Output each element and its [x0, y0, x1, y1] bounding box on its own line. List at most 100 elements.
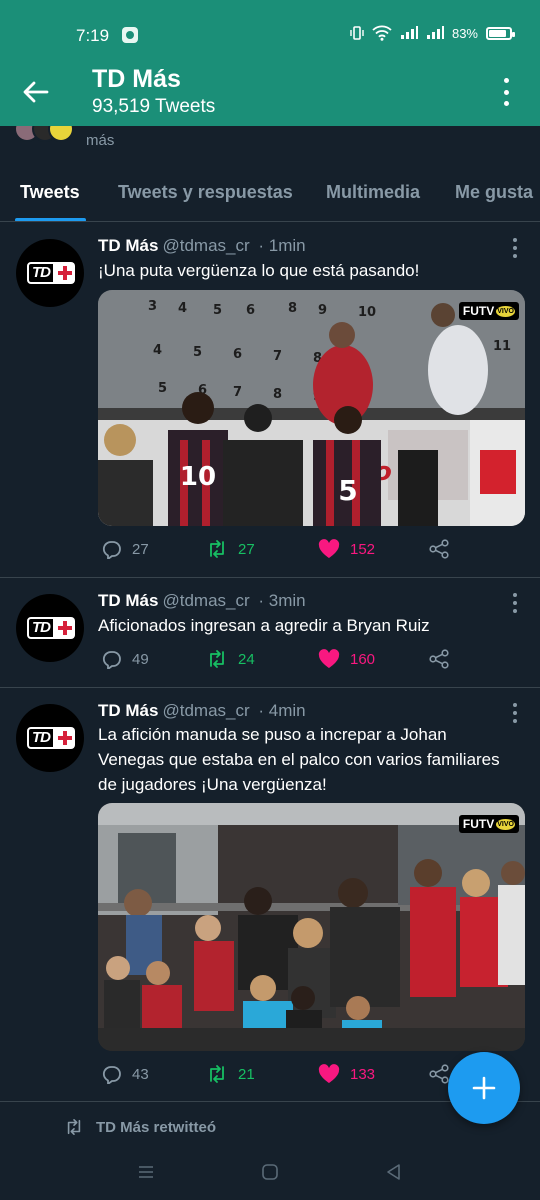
share-button[interactable]	[428, 649, 450, 669]
tweet-header: TD Más @tdmas_cr · 4min	[98, 701, 306, 720]
reply-count: 49	[132, 650, 149, 668]
svg-text:6: 6	[233, 347, 242, 362]
tweet-actions: 27 27 152	[98, 539, 458, 565]
heart-icon	[318, 649, 340, 668]
battery-percent: 83%	[451, 25, 478, 41]
retweeted-label: TD Más retwitteó	[64, 1118, 216, 1136]
reply-button[interactable]: 27	[102, 539, 149, 559]
tweet-time: 3min	[268, 591, 306, 610]
back-button[interactable]	[20, 76, 52, 108]
tweet-menu-icon[interactable]	[512, 703, 518, 723]
reply-icon	[102, 1066, 121, 1084]
reply-button[interactable]: 49	[102, 649, 149, 669]
tweet-handle: @tdmas_cr	[162, 701, 250, 720]
tweet-handle: @tdmas_cr	[162, 591, 250, 610]
tweet-author-name[interactable]: TD Más	[98, 236, 158, 255]
avatar[interactable]: TD	[16, 239, 84, 307]
share-button[interactable]	[428, 1064, 450, 1084]
tweet[interactable]: TD TD Más @tdmas_cr · 1min ¡Una puta verg…	[0, 223, 540, 578]
crowd-photo	[98, 803, 525, 1051]
tweet-handle: @tdmas_cr	[162, 236, 250, 255]
retweet-icon	[210, 540, 224, 558]
retweet-icon	[67, 1118, 81, 1136]
like-button[interactable]: 160	[318, 649, 375, 669]
retweeted-text: TD Más retwitteó	[96, 1118, 217, 1136]
svg-text:3: 3	[148, 299, 157, 314]
tweet-author-name[interactable]: TD Más	[98, 591, 158, 610]
tweet-text-line: La afición manuda se puso a increpar a J…	[98, 725, 447, 744]
plus-icon	[472, 1076, 496, 1100]
profile-tabs: Tweets Tweets y respuestas Multimedia Me…	[0, 164, 540, 222]
avatar[interactable]: TD	[16, 594, 84, 662]
tweet-header: TD Más @tdmas_cr · 3min	[98, 591, 306, 610]
tweet-text-line: Venegas que estaba en el palco con vario…	[98, 750, 500, 769]
svg-text:4: 4	[178, 301, 187, 316]
like-button[interactable]: 152	[318, 539, 375, 559]
futv-badge: FUTV VIVO	[458, 815, 519, 833]
tweet[interactable]: TD TD Más @tdmas_cr · 4min La afición man…	[0, 688, 540, 1102]
tweet[interactable]: TD TD Más @tdmas_cr · 3min Aficionados in…	[0, 578, 540, 688]
tweet-menu-icon[interactable]	[512, 238, 518, 258]
arrow-left-icon	[23, 81, 49, 103]
share-icon	[429, 539, 449, 559]
back-icon[interactable]	[384, 1162, 404, 1182]
more-vertical-icon[interactable]	[496, 78, 516, 106]
retweet-button[interactable]: 27	[206, 539, 255, 559]
retweet-count: 27	[238, 540, 255, 558]
svg-text:11: 11	[493, 339, 511, 354]
svg-text:9: 9	[318, 303, 327, 318]
reply-count: 43	[132, 1065, 149, 1083]
retweet-button[interactable]: 21	[206, 1064, 255, 1084]
svg-text:4: 4	[153, 343, 162, 358]
tweet-header: TD Más @tdmas_cr · 1min	[98, 236, 306, 255]
heart-icon	[318, 539, 340, 558]
tweet-text-line: de jugadores ¡Una vergüenza!	[98, 775, 327, 794]
status-bar: 7:19 83%	[0, 0, 540, 56]
followers-text: más	[86, 132, 115, 149]
retweet-icon	[210, 1065, 224, 1083]
heart-icon	[318, 1064, 340, 1083]
home-icon[interactable]	[260, 1162, 280, 1182]
reply-count: 27	[132, 540, 149, 558]
reply-button[interactable]: 43	[102, 1064, 149, 1084]
tweet-author-name[interactable]: TD Más	[98, 701, 158, 720]
tweet-image[interactable]: FUTV VIVO	[98, 803, 525, 1051]
svg-text:7: 7	[273, 349, 282, 364]
like-count: 160	[350, 650, 376, 668]
followers-avatars	[14, 126, 78, 142]
status-icons: 83%	[350, 25, 515, 41]
svg-text:7: 7	[233, 385, 242, 400]
futv-badge: FUTV VIVO	[458, 302, 519, 320]
notification-icon	[122, 27, 138, 43]
tab-likes[interactable]: Me gusta	[455, 182, 533, 203]
tweet-menu-icon[interactable]	[512, 593, 518, 613]
retweet-count: 24	[238, 650, 255, 668]
svg-text:5: 5	[158, 381, 167, 396]
tweet-actions: 43 21 133	[98, 1064, 458, 1090]
tab-media[interactable]: Multimedia	[326, 182, 420, 203]
svg-text:8: 8	[288, 301, 297, 316]
tweet-time: 1min	[268, 236, 306, 255]
tweet-image[interactable]: 3456891011 45678911 56789 imo 10	[98, 290, 525, 526]
tab-tweets[interactable]: Tweets	[20, 182, 80, 203]
tab-tweets-replies[interactable]: Tweets y respuestas	[118, 182, 293, 203]
menu-icon[interactable]	[136, 1162, 156, 1182]
compose-tweet-button[interactable]	[448, 1052, 520, 1124]
reply-icon	[102, 541, 121, 559]
like-button[interactable]: 133	[318, 1064, 375, 1084]
svg-text:5: 5	[213, 303, 222, 318]
svg-text:8: 8	[273, 387, 282, 402]
svg-text:10: 10	[358, 305, 376, 320]
retweet-icon	[210, 650, 224, 668]
tweet-count: 93,519 Tweets	[92, 96, 216, 117]
signal-icon	[426, 26, 444, 39]
svg-text:6: 6	[246, 303, 255, 318]
profile-header: TD Más 93,519 Tweets	[0, 56, 540, 126]
signal-icon	[400, 26, 418, 39]
retweet-button[interactable]: 24	[206, 649, 255, 669]
avatar[interactable]: TD	[16, 704, 84, 772]
stadium-photo: 3456891011 45678911 56789 imo 10	[98, 290, 525, 526]
share-button[interactable]	[428, 539, 450, 559]
page-title: TD Más	[92, 65, 181, 93]
tweet-text: ¡Una puta vergüenza lo que está pasando!	[98, 261, 420, 280]
